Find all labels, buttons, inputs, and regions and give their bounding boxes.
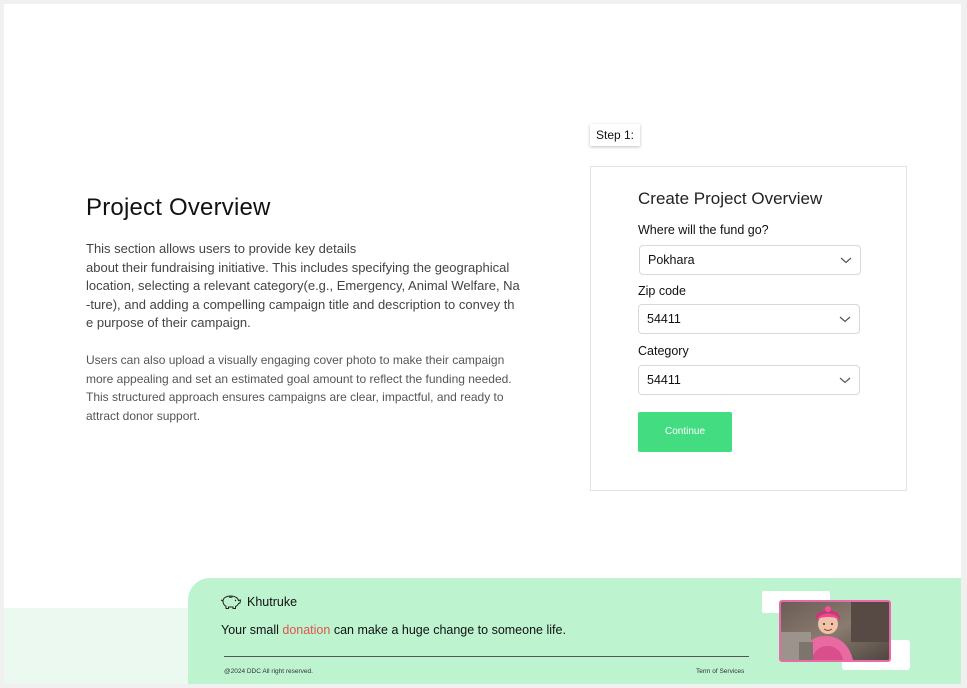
- footer-tagline: Your small donation can make a huge chan…: [221, 623, 566, 637]
- overview-description-secondary: Users can also upload a visually engagin…: [86, 351, 556, 425]
- continue-button[interactable]: Continue: [638, 412, 732, 452]
- description-line: -ture), and adding a compelling campaign…: [86, 296, 515, 312]
- brand-name: Khutruke: [247, 595, 298, 609]
- terms-of-service-link[interactable]: Term of Services: [696, 668, 744, 675]
- description-line: location, selecting a relevant category(…: [86, 278, 520, 293]
- step-label: Step 1:: [590, 124, 640, 146]
- fund-location-value: Pokhara: [648, 253, 695, 267]
- category-label: Category: [638, 344, 689, 358]
- fund-location-select[interactable]: Pokhara: [639, 245, 861, 275]
- zip-code-value: 54411: [647, 312, 681, 326]
- description-line: Users can also upload a visually engagin…: [86, 353, 505, 367]
- footer: Khutruke Your small donation can make a …: [188, 578, 961, 684]
- page: Project Overview This section allows use…: [4, 4, 961, 684]
- chevron-down-icon: [840, 257, 852, 264]
- description-line: This structured approach ensures campaig…: [86, 390, 504, 404]
- piggy-bank-icon: [220, 595, 242, 609]
- child-photo-illustration: [781, 602, 889, 660]
- overview-description: This section allows users to provide key…: [86, 240, 556, 333]
- create-project-form: Create Project Overview Where will the f…: [590, 166, 907, 491]
- chevron-down-icon: [839, 316, 851, 323]
- tagline-text: Your small: [221, 623, 283, 637]
- zip-code-label: Zip code: [638, 284, 686, 298]
- form-title: Create Project Overview: [638, 189, 823, 208]
- description-line: attract donor support.: [86, 408, 201, 423]
- description-line: e purpose of their campaign.: [86, 315, 251, 330]
- chevron-down-icon: [839, 377, 851, 384]
- description-line: about their fundraising initiative. This…: [86, 259, 510, 275]
- description-line: This section allows users to provide key…: [86, 241, 357, 256]
- tagline-highlight: donation: [282, 623, 331, 637]
- child-photo: [779, 600, 891, 662]
- footer-divider: [224, 656, 749, 657]
- fund-location-label: Where will the fund go?: [638, 223, 769, 237]
- category-value: 54411: [647, 373, 681, 387]
- tagline-text: can make a huge change to someone life.: [330, 623, 566, 637]
- footer-backdrop: [4, 608, 204, 684]
- zip-code-select[interactable]: 54411: [638, 304, 860, 334]
- copyright-text: @2024 DDC All right reserved.: [224, 668, 313, 675]
- section-title: Project Overview: [86, 194, 271, 221]
- category-select[interactable]: 54411: [638, 365, 860, 395]
- description-line: more appealing and set an estimated goal…: [86, 371, 512, 386]
